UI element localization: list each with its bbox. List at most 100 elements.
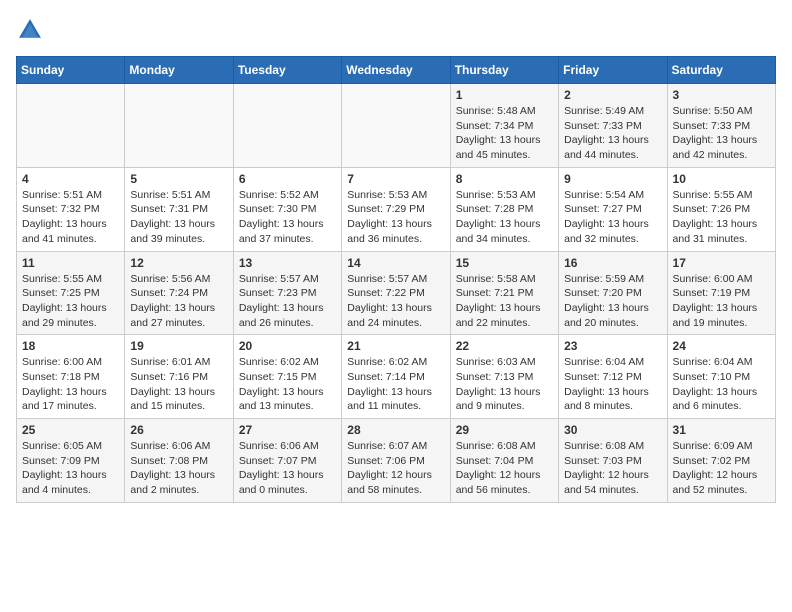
day-cell: 15 Sunrise: 5:58 AM Sunset: 7:21 PM Dayli… (450, 251, 558, 335)
day-info: Sunrise: 6:00 AM Sunset: 7:18 PM Dayligh… (22, 355, 119, 414)
day-cell: 20 Sunrise: 6:02 AM Sunset: 7:15 PM Dayli… (233, 335, 341, 419)
day-info: Sunrise: 5:59 AM Sunset: 7:20 PM Dayligh… (564, 272, 661, 331)
day-number: 27 (239, 423, 336, 437)
day-cell: 3Sunrise: 5:50 AM Sunset: 7:33 PM Daylig… (667, 84, 775, 168)
day-number: 22 (456, 339, 553, 353)
day-info: Sunrise: 5:55 AM Sunset: 7:26 PM Dayligh… (673, 188, 770, 247)
day-number: 28 (347, 423, 444, 437)
day-info: Sunrise: 6:05 AM Sunset: 7:09 PM Dayligh… (22, 439, 119, 498)
day-number: 19 (130, 339, 227, 353)
day-info: Sunrise: 5:49 AM Sunset: 7:33 PM Dayligh… (564, 104, 661, 163)
day-info: Sunrise: 6:04 AM Sunset: 7:12 PM Dayligh… (564, 355, 661, 414)
day-cell: 24 Sunrise: 6:04 AM Sunset: 7:10 PM Dayli… (667, 335, 775, 419)
day-cell: 17 Sunrise: 6:00 AM Sunset: 7:19 PM Dayli… (667, 251, 775, 335)
day-cell (125, 84, 233, 168)
day-info: Sunrise: 5:58 AM Sunset: 7:21 PM Dayligh… (456, 272, 553, 331)
day-cell: 1 Sunrise: 5:48 AM Sunset: 7:34 PM Daylig… (450, 84, 558, 168)
day-cell: 10 Sunrise: 5:55 AM Sunset: 7:26 PM Dayli… (667, 167, 775, 251)
day-cell: 30 Sunrise: 6:08 AM Sunset: 7:03 PM Dayli… (559, 419, 667, 503)
weekday-header-tuesday: Tuesday (233, 57, 341, 84)
day-info: Sunrise: 6:06 AM Sunset: 7:07 PM Dayligh… (239, 439, 336, 498)
day-cell: 9 Sunrise: 5:54 AM Sunset: 7:27 PM Daylig… (559, 167, 667, 251)
day-number: 10 (673, 172, 770, 186)
logo-icon (16, 16, 44, 44)
day-cell: 2 Sunrise: 5:49 AM Sunset: 7:33 PM Daylig… (559, 84, 667, 168)
day-number: 2 (564, 88, 661, 102)
day-number: 4 (22, 172, 119, 186)
day-number: 18 (22, 339, 119, 353)
day-cell: 22 Sunrise: 6:03 AM Sunset: 7:13 PM Dayli… (450, 335, 558, 419)
day-info: Sunrise: 5:54 AM Sunset: 7:27 PM Dayligh… (564, 188, 661, 247)
day-number: 25 (22, 423, 119, 437)
day-cell: 26 Sunrise: 6:06 AM Sunset: 7:08 PM Dayli… (125, 419, 233, 503)
day-cell: 21Sunrise: 6:02 AM Sunset: 7:14 PM Dayli… (342, 335, 450, 419)
weekday-header-sunday: Sunday (17, 57, 125, 84)
day-info: Sunrise: 6:03 AM Sunset: 7:13 PM Dayligh… (456, 355, 553, 414)
day-info: Sunrise: 6:07 AM Sunset: 7:06 PM Dayligh… (347, 439, 444, 498)
week-row-1: 1 Sunrise: 5:48 AM Sunset: 7:34 PM Daylig… (17, 84, 776, 168)
week-row-2: 4 Sunrise: 5:51 AM Sunset: 7:32 PM Daylig… (17, 167, 776, 251)
day-number: 24 (673, 339, 770, 353)
day-number: 5 (130, 172, 227, 186)
day-number: 14 (347, 256, 444, 270)
day-info: Sunrise: 6:09 AM Sunset: 7:02 PM Dayligh… (673, 439, 770, 498)
day-info: Sunrise: 5:51 AM Sunset: 7:31 PM Dayligh… (130, 188, 227, 247)
day-number: 15 (456, 256, 553, 270)
weekday-header-friday: Friday (559, 57, 667, 84)
day-info: Sunrise: 5:51 AM Sunset: 7:32 PM Dayligh… (22, 188, 119, 247)
day-cell: 18 Sunrise: 6:00 AM Sunset: 7:18 PM Dayli… (17, 335, 125, 419)
day-number: 26 (130, 423, 227, 437)
day-number: 31 (673, 423, 770, 437)
day-cell: 8Sunrise: 5:53 AM Sunset: 7:28 PM Daylig… (450, 167, 558, 251)
day-info: Sunrise: 5:52 AM Sunset: 7:30 PM Dayligh… (239, 188, 336, 247)
day-info: Sunrise: 5:48 AM Sunset: 7:34 PM Dayligh… (456, 104, 553, 163)
day-cell: 25 Sunrise: 6:05 AM Sunset: 7:09 PM Dayli… (17, 419, 125, 503)
day-number: 9 (564, 172, 661, 186)
day-info: Sunrise: 6:00 AM Sunset: 7:19 PM Dayligh… (673, 272, 770, 331)
day-cell: 23 Sunrise: 6:04 AM Sunset: 7:12 PM Dayli… (559, 335, 667, 419)
day-info: Sunrise: 6:06 AM Sunset: 7:08 PM Dayligh… (130, 439, 227, 498)
day-cell (342, 84, 450, 168)
day-info: Sunrise: 5:56 AM Sunset: 7:24 PM Dayligh… (130, 272, 227, 331)
day-cell: 6 Sunrise: 5:52 AM Sunset: 7:30 PM Daylig… (233, 167, 341, 251)
day-number: 16 (564, 256, 661, 270)
day-cell: 12 Sunrise: 5:56 AM Sunset: 7:24 PM Dayli… (125, 251, 233, 335)
day-cell: 19Sunrise: 6:01 AM Sunset: 7:16 PM Dayli… (125, 335, 233, 419)
day-number: 11 (22, 256, 119, 270)
day-number: 8 (456, 172, 553, 186)
weekday-header-thursday: Thursday (450, 57, 558, 84)
day-info: Sunrise: 5:50 AM Sunset: 7:33 PM Dayligh… (673, 104, 770, 163)
page-header (16, 16, 776, 44)
day-number: 17 (673, 256, 770, 270)
day-info: Sunrise: 6:02 AM Sunset: 7:15 PM Dayligh… (239, 355, 336, 414)
day-number: 6 (239, 172, 336, 186)
day-cell: 11Sunrise: 5:55 AM Sunset: 7:25 PM Dayli… (17, 251, 125, 335)
day-info: Sunrise: 6:08 AM Sunset: 7:03 PM Dayligh… (564, 439, 661, 498)
day-number: 12 (130, 256, 227, 270)
weekday-header-row: SundayMondayTuesdayWednesdayThursdayFrid… (17, 57, 776, 84)
day-number: 1 (456, 88, 553, 102)
day-number: 30 (564, 423, 661, 437)
calendar: SundayMondayTuesdayWednesdayThursdayFrid… (16, 56, 776, 503)
day-number: 29 (456, 423, 553, 437)
day-cell: 4 Sunrise: 5:51 AM Sunset: 7:32 PM Daylig… (17, 167, 125, 251)
day-info: Sunrise: 6:04 AM Sunset: 7:10 PM Dayligh… (673, 355, 770, 414)
day-number: 21 (347, 339, 444, 353)
day-cell: 27 Sunrise: 6:06 AM Sunset: 7:07 PM Dayli… (233, 419, 341, 503)
day-info: Sunrise: 6:08 AM Sunset: 7:04 PM Dayligh… (456, 439, 553, 498)
weekday-header-monday: Monday (125, 57, 233, 84)
day-info: Sunrise: 5:57 AM Sunset: 7:23 PM Dayligh… (239, 272, 336, 331)
day-cell: 7 Sunrise: 5:53 AM Sunset: 7:29 PM Daylig… (342, 167, 450, 251)
day-info: Sunrise: 5:53 AM Sunset: 7:29 PM Dayligh… (347, 188, 444, 247)
day-cell: 5 Sunrise: 5:51 AM Sunset: 7:31 PM Daylig… (125, 167, 233, 251)
day-number: 23 (564, 339, 661, 353)
day-cell (233, 84, 341, 168)
day-cell: 16 Sunrise: 5:59 AM Sunset: 7:20 PM Dayli… (559, 251, 667, 335)
day-cell: 14Sunrise: 5:57 AM Sunset: 7:22 PM Dayli… (342, 251, 450, 335)
day-number: 13 (239, 256, 336, 270)
day-cell (17, 84, 125, 168)
day-cell: 29 Sunrise: 6:08 AM Sunset: 7:04 PM Dayli… (450, 419, 558, 503)
weekday-header-saturday: Saturday (667, 57, 775, 84)
day-number: 7 (347, 172, 444, 186)
day-number: 20 (239, 339, 336, 353)
